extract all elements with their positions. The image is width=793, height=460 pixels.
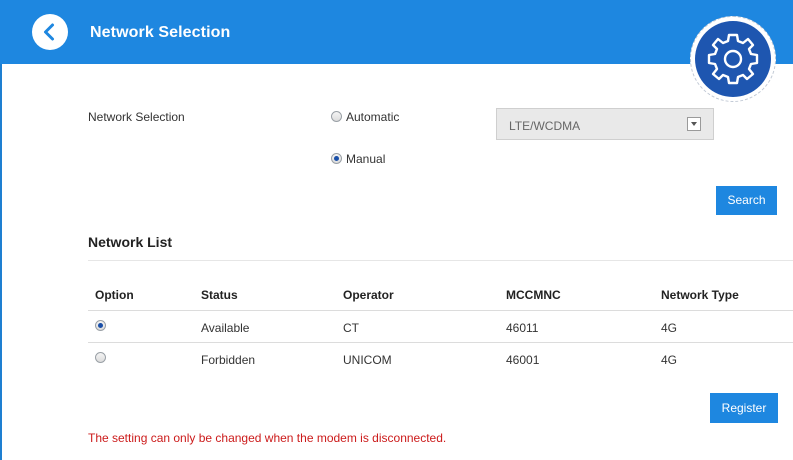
page-frame [0, 0, 793, 460]
settings-badge [690, 16, 776, 102]
register-button[interactable]: Register [710, 393, 778, 423]
table-row-divider [88, 342, 793, 343]
column-header-operator: Operator [343, 288, 394, 302]
row-mccmnc: 46011 [506, 321, 539, 335]
row-status: Forbidden [201, 353, 256, 367]
network-type-select[interactable]: LTE/WCDMA [496, 108, 714, 140]
chevron-left-icon [44, 23, 54, 41]
column-header-status: Status [201, 288, 238, 302]
row-status: Available [201, 321, 250, 335]
header-bar: Network Selection [0, 0, 793, 64]
manual-radio[interactable] [331, 153, 342, 164]
back-button[interactable] [32, 14, 68, 50]
network-type-value: LTE/WCDMA [509, 119, 581, 133]
column-header-network-type: Network Type [661, 288, 739, 302]
network-selection-label: Network Selection [88, 110, 185, 124]
section-divider [88, 260, 793, 261]
settings-badge-inner [695, 21, 771, 97]
search-button[interactable]: Search [716, 186, 777, 215]
row-operator: CT [343, 321, 359, 335]
row-option-radio[interactable] [95, 352, 106, 363]
row-option-radio[interactable] [95, 320, 106, 331]
row-operator: UNICOM [343, 353, 392, 367]
gear-icon [707, 33, 759, 85]
automatic-radio[interactable] [331, 111, 342, 122]
row-network-type: 4G [661, 353, 678, 367]
chevron-down-icon [687, 117, 701, 131]
manual-radio-label[interactable]: Manual [346, 152, 385, 166]
network-list-title: Network List [88, 234, 173, 250]
warning-message: The setting can only be changed when the… [88, 431, 447, 445]
page-title: Network Selection [90, 24, 231, 41]
row-mccmnc: 46001 [506, 353, 540, 367]
column-header-mccmnc: MCCMNC [506, 288, 561, 302]
row-network-type: 4G [661, 321, 678, 335]
table-header-divider [88, 310, 793, 311]
automatic-radio-label[interactable]: Automatic [346, 110, 399, 124]
column-header-option: Option [95, 288, 134, 302]
